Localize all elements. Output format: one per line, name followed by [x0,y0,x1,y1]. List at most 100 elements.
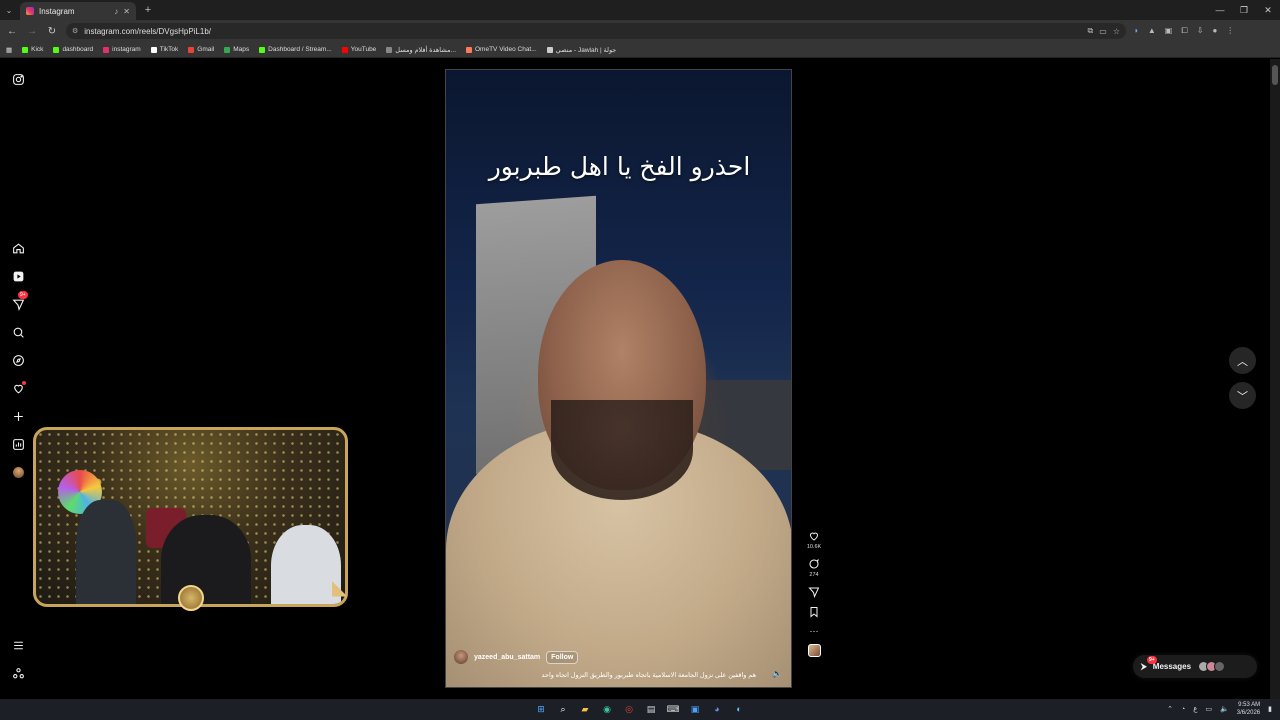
new-tab-button[interactable]: + [140,4,156,16]
translate-icon[interactable]: ⧉ [1088,26,1094,36]
share-icon [808,587,820,598]
page-scrollbar[interactable] [1270,59,1280,699]
cast-icon[interactable]: ▭ [1099,27,1107,36]
bookmark-instagram[interactable]: instagram [103,46,141,53]
tab-close-icon[interactable]: ✕ [123,7,130,16]
bookmark-gmail[interactable]: Gmail [188,46,214,53]
extension-icon[interactable]: ◗ [1134,26,1139,36]
tab-instagram[interactable]: Instagram ♪ ✕ [20,2,136,20]
taskbar-search-icon[interactable]: ⌕ [555,701,571,717]
extension-icon[interactable]: ▣ [1165,26,1173,36]
forward-icon[interactable]: → [26,26,38,37]
webcam-frame-emblem [178,585,204,611]
notification-bell-icon[interactable]: ▮ [1268,705,1272,713]
system-tray: ⌃ ◔ ع ▭ 🔈 9:53 AM 3/6/2026 ▮ [1167,701,1272,717]
more-options-icon: ··· [809,626,819,636]
comment-button[interactable]: 274 [803,558,825,578]
extension-icon[interactable]: ▲ [1148,26,1156,36]
start-windows-icon[interactable]: ⊞ [533,701,549,717]
window-app-icon[interactable]: ▣ [687,701,703,717]
edge-icon[interactable]: ◉ [599,701,615,717]
clock-date: 3/6/2026 [1236,710,1261,716]
chevron-up-icon: ︿ [1237,355,1248,368]
comment-icon [809,558,819,569]
bookmark-youtube[interactable]: YouTube [341,46,376,53]
site-info-icon[interactable]: ⚙ [72,27,78,35]
messages-button[interactable]: ⮞ 9+ Messages [1133,655,1257,678]
terminal-icon[interactable]: ⌨ [665,701,681,717]
tab-audio-icon[interactable]: ♪ [114,7,118,16]
more-options-button[interactable]: ··· [803,626,825,636]
volume-icon[interactable]: 🔈 [1220,705,1229,713]
reel-video[interactable]: احذرو الفخ يا اهل طبربور yazeed_abu_satt… [445,69,792,688]
author-username[interactable]: yazeed_abu_sattam [474,654,540,661]
downloads-icon[interactable]: ⇩ [1197,26,1204,36]
share-button[interactable] [803,586,825,598]
profile-icon[interactable]: ● [1212,26,1217,36]
heart-icon [809,532,819,541]
close-window-icon[interactable]: ✕ [1256,5,1280,16]
previous-reel-button[interactable]: ︿ [1229,347,1256,374]
tray-overflow-icon[interactable]: ⌃ [1167,705,1173,713]
tab-title: Instagram [39,6,75,16]
save-button[interactable] [803,606,825,618]
reel-actions: 10.6K 274 ··· [803,530,825,657]
bookmark-tiktok[interactable]: TikTok [150,46,178,53]
avatar [12,466,24,478]
bookmark-kick[interactable]: Kick [22,46,43,53]
steam-icon[interactable]: ◐ [731,701,747,717]
search-icon[interactable] [10,324,26,340]
bookmark-ometv[interactable]: OmeTV Video Chat... [466,46,537,53]
instagram-logo-icon[interactable] [10,71,26,87]
tray-app-icon[interactable]: ◔ [1181,706,1185,713]
restore-icon[interactable]: ❐ [1232,5,1256,16]
discord-icon[interactable]: ◕ [709,701,725,717]
tab-search-icon[interactable]: ⌄ [0,0,18,20]
url-bar[interactable]: ⚙ instagram.com/reels/DVgsHpPiL1b/ ⧉ ▭ ☆ [66,23,1126,39]
chrome-icon[interactable]: ◎ [621,701,637,717]
bookmark-maps[interactable]: Maps [224,46,249,53]
profile-avatar[interactable] [10,464,26,480]
bookmark-jawlah[interactable]: منصي - Jawlah | جولة [546,46,616,54]
reel-description[interactable]: هم واقفين على نزول الجامعة الاسلامية بات… [466,671,756,679]
bookmark-dashboard[interactable]: dashboard [53,46,93,53]
minimize-icon[interactable]: — [1208,5,1232,16]
back-icon[interactable]: ← [6,26,18,37]
direct-messages-icon[interactable]: 9+ [10,291,28,312]
more-menu-icon[interactable] [10,637,26,653]
calculator-icon[interactable]: ▤ [643,701,659,717]
bookmark-movies[interactable]: مشاهدة أفلام ومسل... [386,46,456,54]
notifications-heart-icon[interactable] [10,380,26,396]
file-explorer-icon[interactable]: ▰ [577,701,593,717]
home-icon[interactable] [10,240,26,256]
scrollbar-thumb[interactable] [1272,65,1278,85]
menu-kebab-icon[interactable]: ⋮ [1226,26,1234,36]
dashboard-chart-icon[interactable] [10,436,26,452]
also-from-meta-icon[interactable] [10,665,26,681]
apps-grid-icon[interactable]: ▦ [6,46,12,54]
chevron-down-icon: ﹀ [1237,390,1248,403]
person-center [161,515,251,604]
bookmark-icon [810,607,818,618]
reels-icon[interactable] [10,268,26,284]
person-left [76,500,136,604]
explore-compass-icon[interactable] [10,352,26,368]
follow-button[interactable]: Follow [546,650,579,664]
like-count: 10.6K [806,544,822,550]
input-language[interactable]: ع [1193,705,1197,713]
next-reel-button[interactable]: ﹀ [1229,382,1256,409]
like-button[interactable]: 10.6K [803,530,825,550]
bookmark-star-icon[interactable]: ☆ [1113,27,1120,36]
audio-toggle-icon[interactable]: 🔈 [772,669,782,678]
network-icon[interactable]: ▭ [1205,705,1212,713]
reload-icon[interactable]: ↻ [46,26,58,37]
extensions-puzzle-icon[interactable]: ⧠ [1181,26,1187,36]
messages-send-icon: ⮞ 9+ [1141,655,1157,671]
clock[interactable]: 9:53 AM 3/6/2026 [1237,701,1260,717]
create-plus-icon[interactable] [10,408,26,424]
video-person-beard [551,400,693,500]
message-avatars [1198,661,1226,672]
author-avatar[interactable] [454,650,468,664]
audio-thumbnail[interactable] [807,644,821,657]
bookmark-stream-dashboard[interactable]: Dashboard / Stream... [259,46,332,53]
